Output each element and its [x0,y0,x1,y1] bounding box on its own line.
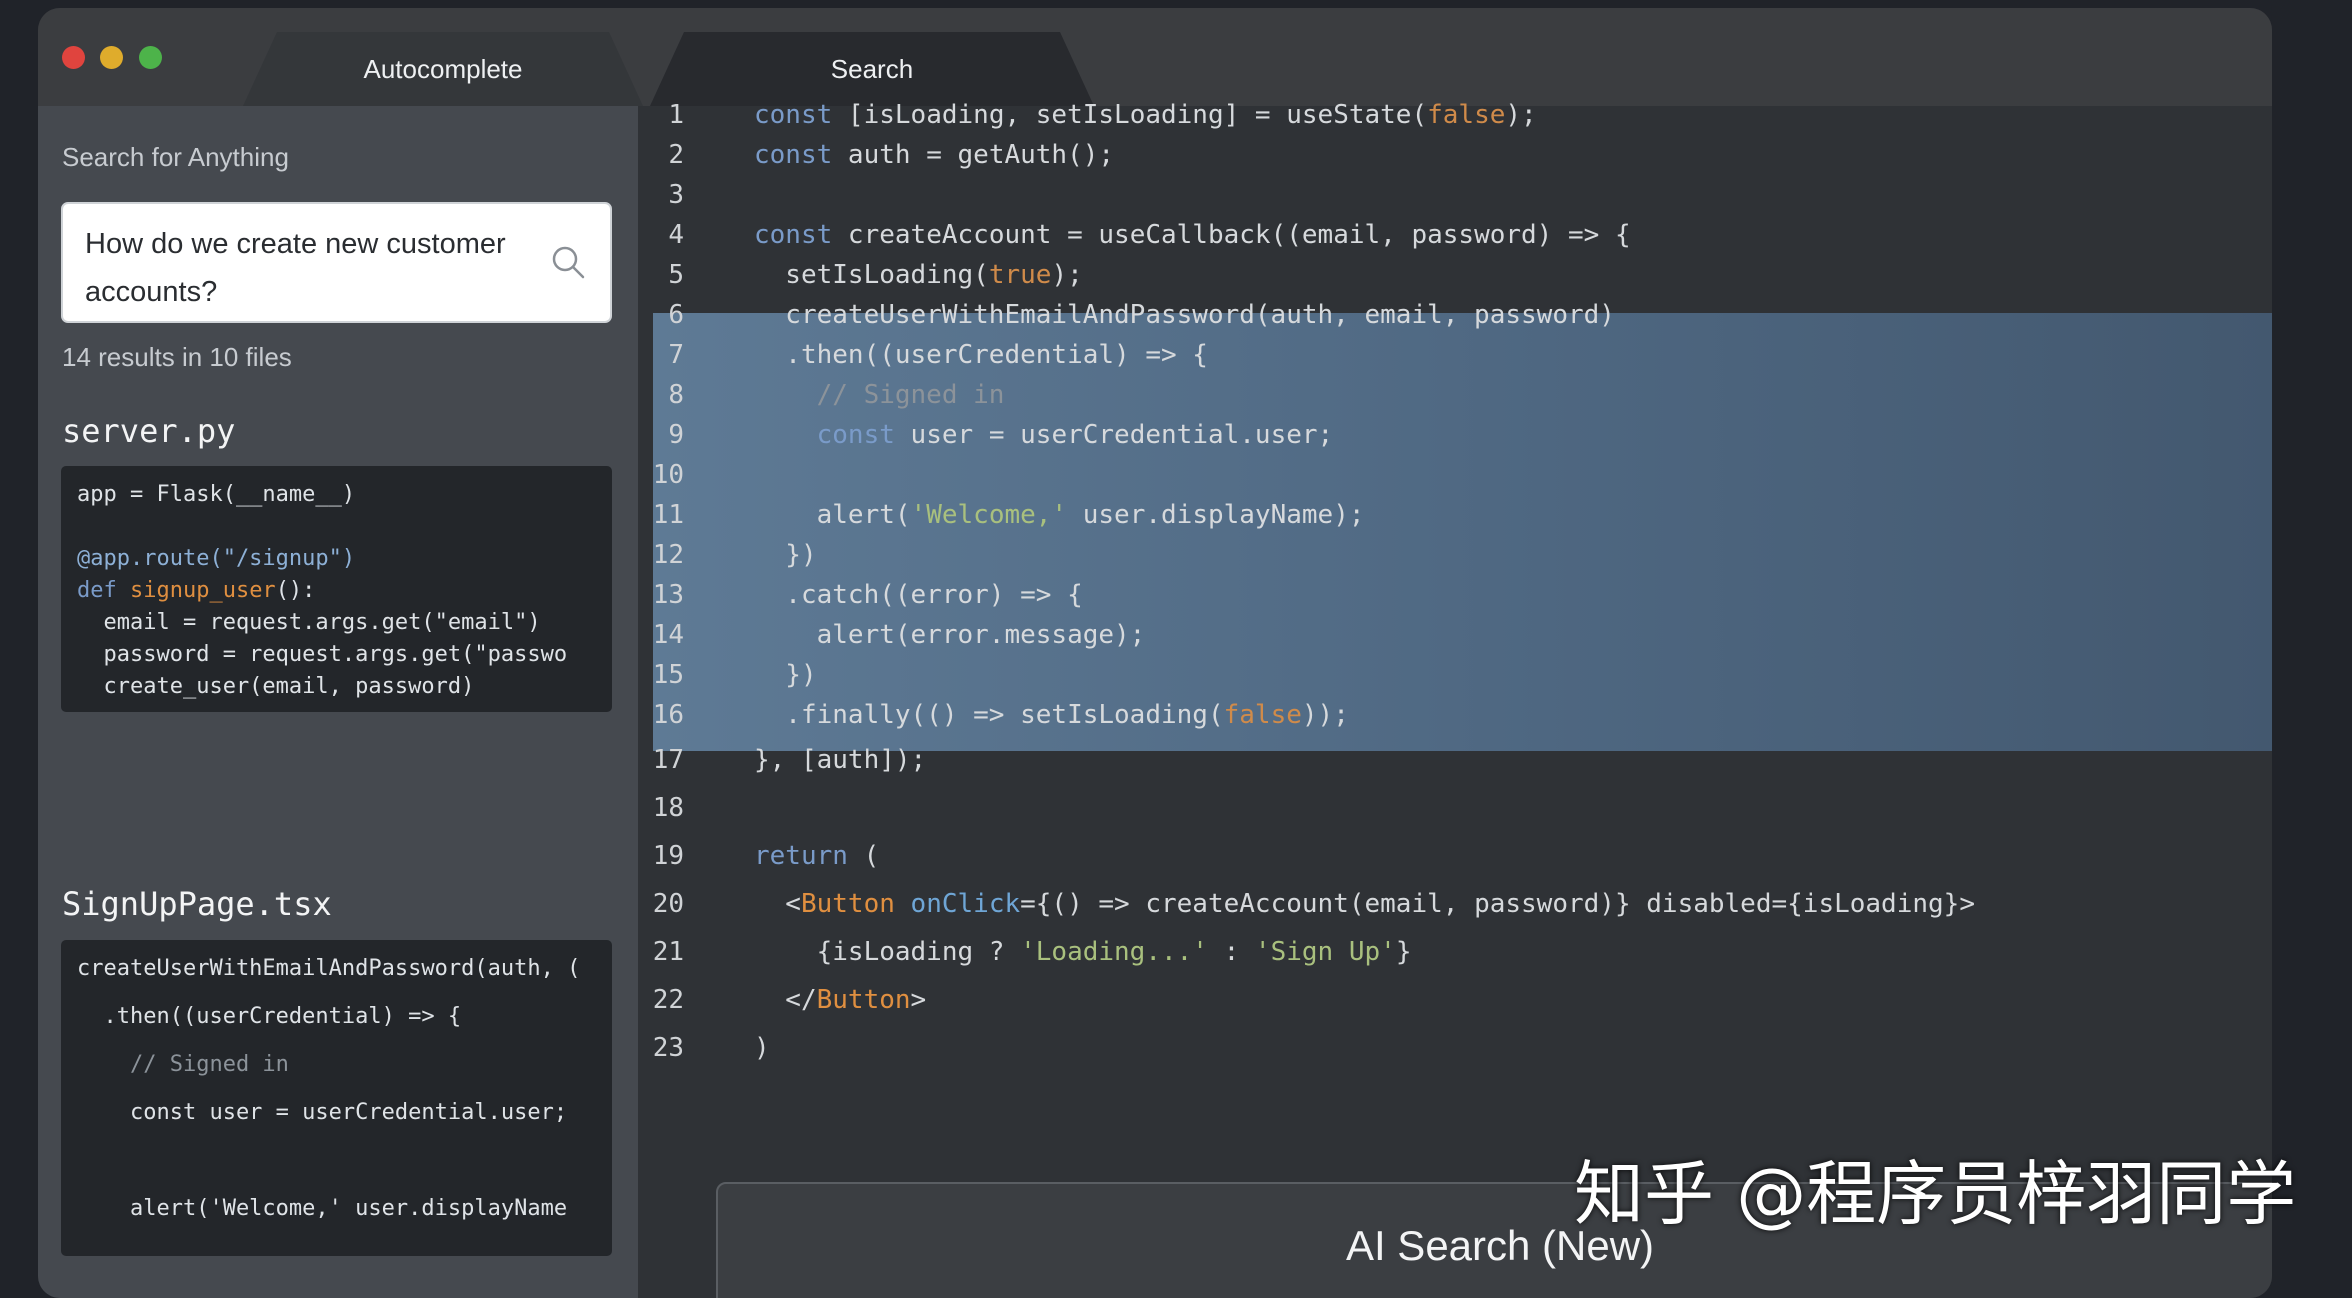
snippet-line: // Signed in [77,1052,289,1077]
line-number: 3 [668,180,684,210]
line-number: 21 [652,937,684,967]
code-line: 8 // Signed in [638,380,2272,416]
close-window-button[interactable] [62,46,85,69]
code-text: alert(error.message); [754,620,1146,650]
tab-autocomplete[interactable]: Autocomplete [243,32,643,106]
snippet-line: email = request.args.get("email") [77,610,541,635]
code-line: 12 }) [638,540,2272,576]
line-number: 5 [668,260,684,290]
code-line: 14 alert(error.message); [638,620,2272,656]
line-number: 15 [652,660,684,690]
code-line: 6 createUserWithEmailAndPassword(auth, e… [638,300,2272,336]
line-number: 13 [652,580,684,610]
snippet-line: password = request.args.get("passwo [77,642,568,667]
line-number: 20 [652,889,684,919]
code-line: 19 return ( [638,841,2272,877]
snippet-line: alert('Welcome,' user.displayName [77,1196,568,1221]
code-text: }) [754,660,817,690]
line-number: 10 [652,460,684,490]
code-line: 4 const createAccount = useCallback((emai… [638,220,2272,256]
snippet-line: app = Flask(__name__) [77,482,356,507]
code-line: 22 </Button> [638,985,2272,1021]
snippet-line: @app.route("/signup") [77,546,356,571]
line-number: 14 [652,620,684,650]
line-number: 22 [652,985,684,1015]
code-line: 5 setIsLoading(true); [638,260,2272,296]
code-text: .finally(() => setIsLoading(false)); [754,700,1349,730]
code-text: {isLoading ? 'Loading...' : 'Sign Up'} [754,937,1412,967]
line-number: 2 [668,140,684,170]
code-line: 13 .catch((error) => { [638,580,2272,616]
snippet-line: createUserWithEmailAndPassword(auth, ( [77,956,581,981]
tab-label: Autocomplete [363,53,523,84]
result-file-title[interactable]: SignUpPage.tsx [62,885,332,923]
line-number: 16 [652,700,684,730]
code-text: const user = userCredential.user; [816,420,1334,450]
code-line: 11 alert('Welcome,' user.displayName); [638,500,2272,536]
title-bar: Autocomplete Search [38,8,2272,106]
code-text: const auth = getAuth(); [754,140,1115,170]
code-text: createUserWithEmailAndPassword(auth, ema… [754,300,1615,330]
line-number: 6 [668,300,684,330]
code-line: 9 const user = userCredential.user; [638,420,2272,456]
line-number: 8 [668,380,684,410]
code-text: return ( [754,841,880,871]
search-icon[interactable] [548,242,588,282]
code-line: 3 [638,180,2272,216]
code-text: // Signed in [754,380,1005,410]
code-line: 10 [638,460,2272,496]
code-line: 17 }, [auth]); [638,745,2272,781]
code-line: 7 .then((userCredential) => { [638,340,2272,376]
maximize-window-button[interactable] [139,46,162,69]
snippet-line: const user = userCredential.user; [77,1100,568,1125]
tab-search[interactable]: Search [650,32,1094,106]
search-label: Search for Anything [62,142,289,172]
line-number: 7 [668,340,684,370]
code-text: }) [754,540,817,570]
app-window: Autocomplete Search Search for Anything … [38,8,2272,1298]
code-line: 18 [638,793,2272,829]
code-line: 16 .finally(() => setIsLoading(false)); [638,700,2272,736]
code-text: </Button> [754,985,927,1015]
result-snippet[interactable]: app = Flask(__name__) @app.route("/signu… [61,466,612,712]
code-text: setIsLoading(true); [754,260,1083,290]
minimize-window-button[interactable] [100,46,123,69]
code-line: 15 }) [638,660,2272,696]
code-line: 21 {isLoading ? 'Loading...' : 'Sign Up'… [638,937,2272,973]
line-number: 23 [652,1033,684,1063]
code-line: 1 const [isLoading, setIsLoading] = useSt… [638,100,2272,136]
snippet-line: create_user(email, password) [77,674,475,699]
result-file-title[interactable]: server.py [62,412,235,450]
line-number: 11 [652,500,684,530]
line-number: 19 [652,841,684,871]
code-text: .then((userCredential) => { [754,340,1208,370]
code-text: <Button onClick={() => createAccount(ema… [754,889,1975,919]
line-number: 18 [652,793,684,823]
results-count: 14 results in 10 files [62,342,292,372]
line-number: 9 [668,420,684,450]
code-text: ) [754,1033,770,1063]
search-input[interactable]: How do we create new customer accounts? [61,202,612,323]
line-number: 12 [652,540,684,570]
line-number: 4 [668,220,684,250]
tab-label: Search [830,53,914,84]
search-sidebar: Search for Anything How do we create new… [38,106,638,1298]
watermark: 知乎 @程序员梓羽同学 [1574,1153,2297,1235]
code-line: 20 <Button onClick={() => createAccount(… [638,889,2272,925]
code-text: .catch((error) => { [754,580,1083,610]
result-snippet[interactable]: createUserWithEmailAndPassword(auth, ( .… [61,940,612,1256]
search-query[interactable]: How do we create new customer accounts? [85,220,535,316]
code-line: 2 const auth = getAuth(); [638,140,2272,176]
code-text: const [isLoading, setIsLoading] = useSta… [754,100,1537,130]
code-text: alert('Welcome,' user.displayName); [754,500,1365,530]
code-text: }, [auth]); [754,745,927,775]
code-text: const createAccount = useCallback((email… [754,220,1631,250]
line-number: 17 [652,745,684,775]
code-editor[interactable]: 1 const [isLoading, setIsLoading] = useSt… [638,100,2272,1298]
snippet-line: .then((userCredential) => { [77,1004,462,1029]
snippet-line: def signup_user(): [77,578,316,603]
line-number: 1 [668,100,684,130]
code-line: 23) [638,1033,2272,1069]
